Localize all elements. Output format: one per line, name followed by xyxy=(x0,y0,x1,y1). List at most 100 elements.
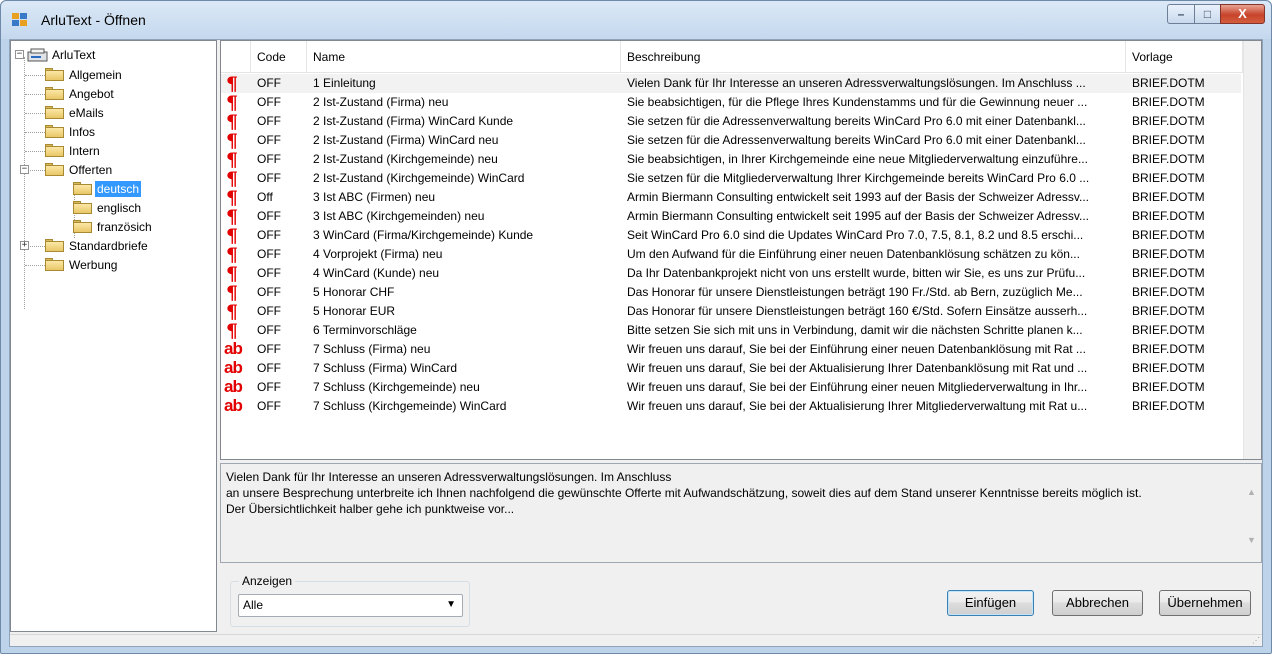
anzeigen-dropdown[interactable]: Alle ▼ xyxy=(238,594,463,617)
tree-label: deutsch xyxy=(95,180,142,197)
table-row[interactable]: ¶ OFF 3 WinCard (Firma/Kirchgemeinde) Kund… xyxy=(221,225,1241,247)
folder-tree[interactable]: − ArluText Allgemein Angebot eMails Infos In… xyxy=(10,40,217,632)
table-row[interactable]: ¶ OFF 2 Ist-Zustand (Firma) WinCard neu Sie… xyxy=(221,131,1241,151)
cancel-button[interactable]: Abbrechen xyxy=(1052,590,1143,616)
tree-label: Werbung xyxy=(69,257,118,272)
title-bar[interactable]: ArluText - Öffnen – □ X xyxy=(1,1,1271,39)
tree-node[interactable]: französich xyxy=(73,217,154,236)
cell-code: OFF xyxy=(257,380,281,394)
cell-name: 7 Schluss (Kirchgemeinde) neu xyxy=(313,380,480,394)
paragraph-icon: ¶ xyxy=(226,187,239,209)
cell-name: 7 Schluss (Kirchgemeinde) WinCard xyxy=(313,399,507,413)
cell-description: Armin Biermann Consulting entwickelt sei… xyxy=(627,209,1089,223)
tree-node[interactable]: Offerten xyxy=(45,160,114,179)
table-row[interactable]: ¶ OFF 2 Ist-Zustand (Firma) WinCard Kunde S… xyxy=(221,112,1241,132)
tree-node[interactable]: deutsch xyxy=(73,179,142,198)
cell-code: OFF xyxy=(257,342,281,356)
scroll-up-icon[interactable]: ▲ xyxy=(1247,487,1256,497)
cell-vorlage: BRIEF.DOTM xyxy=(1132,228,1205,242)
cell-code: OFF xyxy=(257,304,281,318)
tree-node[interactable]: eMails xyxy=(45,103,106,122)
paragraph-icon: ¶ xyxy=(226,263,239,285)
cell-description: Wir freuen uns darauf, Sie bei der Einfü… xyxy=(627,380,1088,394)
cell-vorlage: BRIEF.DOTM xyxy=(1132,133,1205,147)
collapse-icon[interactable]: − xyxy=(20,165,29,174)
tree-node[interactable]: Werbung xyxy=(45,255,119,274)
folder-icon xyxy=(45,106,64,119)
tree-label: Standardbriefe xyxy=(69,238,148,253)
minimize-icon: – xyxy=(1177,7,1185,21)
table-row[interactable]: ¶ OFF 2 Ist-Zustand (Kirchgemeinde) neu Sie… xyxy=(221,150,1241,170)
apply-button[interactable]: Übernehmen xyxy=(1159,590,1251,616)
header-code[interactable]: Code xyxy=(251,41,307,73)
table-scrollbar[interactable] xyxy=(1243,41,1261,459)
text-ab-icon: ab xyxy=(224,339,243,358)
table-row[interactable]: ab OFF 7 Schluss (Kirchgemeinde) neu Wir fr… xyxy=(221,378,1241,397)
close-button[interactable]: X xyxy=(1220,4,1265,24)
anzeigen-label: Anzeigen xyxy=(239,574,296,588)
cell-description: Da Ihr Datenbankprojekt nicht von uns er… xyxy=(627,266,1086,280)
tree-node[interactable]: Allgemein xyxy=(45,65,124,84)
cell-description: Um den Aufwand für die Einführung einer … xyxy=(627,247,1080,261)
tree-label: Intern xyxy=(69,143,100,158)
preview-textbox[interactable]: Vielen Dank für Ihr Interesse an unseren… xyxy=(220,463,1262,563)
preview-scrollbar[interactable]: ▲ ▼ xyxy=(1243,464,1261,562)
tree-guide-line xyxy=(25,75,45,76)
preview-line: Der Übersichtlichkeit halber gehe ich pu… xyxy=(226,502,515,516)
table-row[interactable]: ab OFF 7 Schluss (Firma) WinCard Wir freuen… xyxy=(221,359,1241,378)
cell-description: Bitte setzen Sie sich mit uns in Verbind… xyxy=(627,323,1083,337)
expand-icon[interactable]: + xyxy=(20,241,29,250)
folder-icon xyxy=(45,125,64,138)
cell-name: 2 Ist-Zustand (Firma) WinCard neu xyxy=(313,133,499,147)
resize-grip-icon[interactable]: ⋰ xyxy=(1252,636,1260,645)
collapse-icon[interactable]: − xyxy=(15,50,24,59)
table-row[interactable]: ¶ OFF 2 Ist-Zustand (Kirchgemeinde) WinCar… xyxy=(221,169,1241,189)
tree-label: Angebot xyxy=(69,86,114,101)
table-row[interactable]: ¶ OFF 6 Terminvorschläge Bitte setzen Sie s… xyxy=(221,321,1241,341)
maximize-button[interactable]: □ xyxy=(1194,4,1220,24)
text-ab-icon: ab xyxy=(224,358,243,377)
dialog-client-area: − ArluText Allgemein Angebot eMails Infos In… xyxy=(9,39,1263,647)
folder-icon xyxy=(73,220,92,233)
cell-description: Wir freuen uns darauf, Sie bei der Aktua… xyxy=(627,361,1088,375)
tree-node[interactable]: Intern xyxy=(45,141,102,160)
header-name[interactable]: Name xyxy=(307,41,621,73)
text-ab-icon: ab xyxy=(224,396,243,415)
paragraph-icon: ¶ xyxy=(226,244,239,266)
cell-name: 3 WinCard (Firma/Kirchgemeinde) Kunde xyxy=(313,228,534,242)
tree-node-root[interactable]: − ArluText xyxy=(15,45,97,64)
cell-code: Off xyxy=(257,190,273,204)
table-row[interactable]: ¶ OFF 4 WinCard (Kunde) neu Da Ihr Datenban… xyxy=(221,263,1241,285)
table-row[interactable]: ¶ OFF 5 Honorar CHF Das Honorar für unsere … xyxy=(221,283,1241,303)
text-blocks-table[interactable]: Code Name Beschreibung Vorlage ¶ OFF 1 Ein… xyxy=(220,40,1262,460)
scroll-down-icon[interactable]: ▼ xyxy=(1247,535,1256,545)
folder-icon xyxy=(45,258,64,271)
table-row[interactable]: ab OFF 7 Schluss (Firma) neu Wir freuen uns… xyxy=(221,340,1241,359)
table-row[interactable]: ¶ OFF 4 Vorprojekt (Firma) neu Um den Aufwa… xyxy=(221,244,1241,266)
header-description[interactable]: Beschreibung xyxy=(621,41,1126,73)
table-row[interactable]: ¶ OFF 2 Ist-Zustand (Firma) neu Sie beabsic… xyxy=(221,93,1241,113)
minimize-button[interactable]: – xyxy=(1167,4,1194,24)
table-row[interactable]: ¶ Off 3 Ist ABC (Firmen) neu Armin Biermann… xyxy=(221,187,1241,209)
dropdown-arrow-icon[interactable]: ▼ xyxy=(446,599,456,610)
insert-button[interactable]: Einfügen xyxy=(947,590,1034,616)
header-vorlage[interactable]: Vorlage xyxy=(1126,41,1243,73)
tree-label: Offerten xyxy=(69,162,113,177)
table-row[interactable]: ¶ OFF 5 Honorar EUR Das Honorar für unsere … xyxy=(221,301,1241,323)
folder-icon xyxy=(45,163,64,176)
tree-node[interactable]: Angebot xyxy=(45,84,116,103)
tree-node[interactable]: englisch xyxy=(73,198,143,217)
cell-code: OFF xyxy=(257,399,281,413)
tree-node[interactable]: Infos xyxy=(45,122,97,141)
paragraph-icon: ¶ xyxy=(226,301,239,323)
cell-code: OFF xyxy=(257,266,281,280)
table-row[interactable]: ¶ OFF 1 Einleitung Vielen Dank für Ihr Inte… xyxy=(221,74,1241,94)
cell-name: 5 Honorar EUR xyxy=(313,304,396,318)
paragraph-icon: ¶ xyxy=(226,225,239,247)
cell-name: 3 Ist ABC (Kirchgemeinden) neu xyxy=(313,209,485,223)
header-icon-column xyxy=(221,41,251,73)
tree-node[interactable]: Standardbriefe xyxy=(45,236,150,255)
table-row[interactable]: ab OFF 7 Schluss (Kirchgemeinde) WinCard Wi… xyxy=(221,397,1241,416)
table-row[interactable]: ¶ OFF 3 Ist ABC (Kirchgemeinden) neu Armin … xyxy=(221,207,1241,227)
cell-name: 4 Vorprojekt (Firma) neu xyxy=(313,247,443,261)
